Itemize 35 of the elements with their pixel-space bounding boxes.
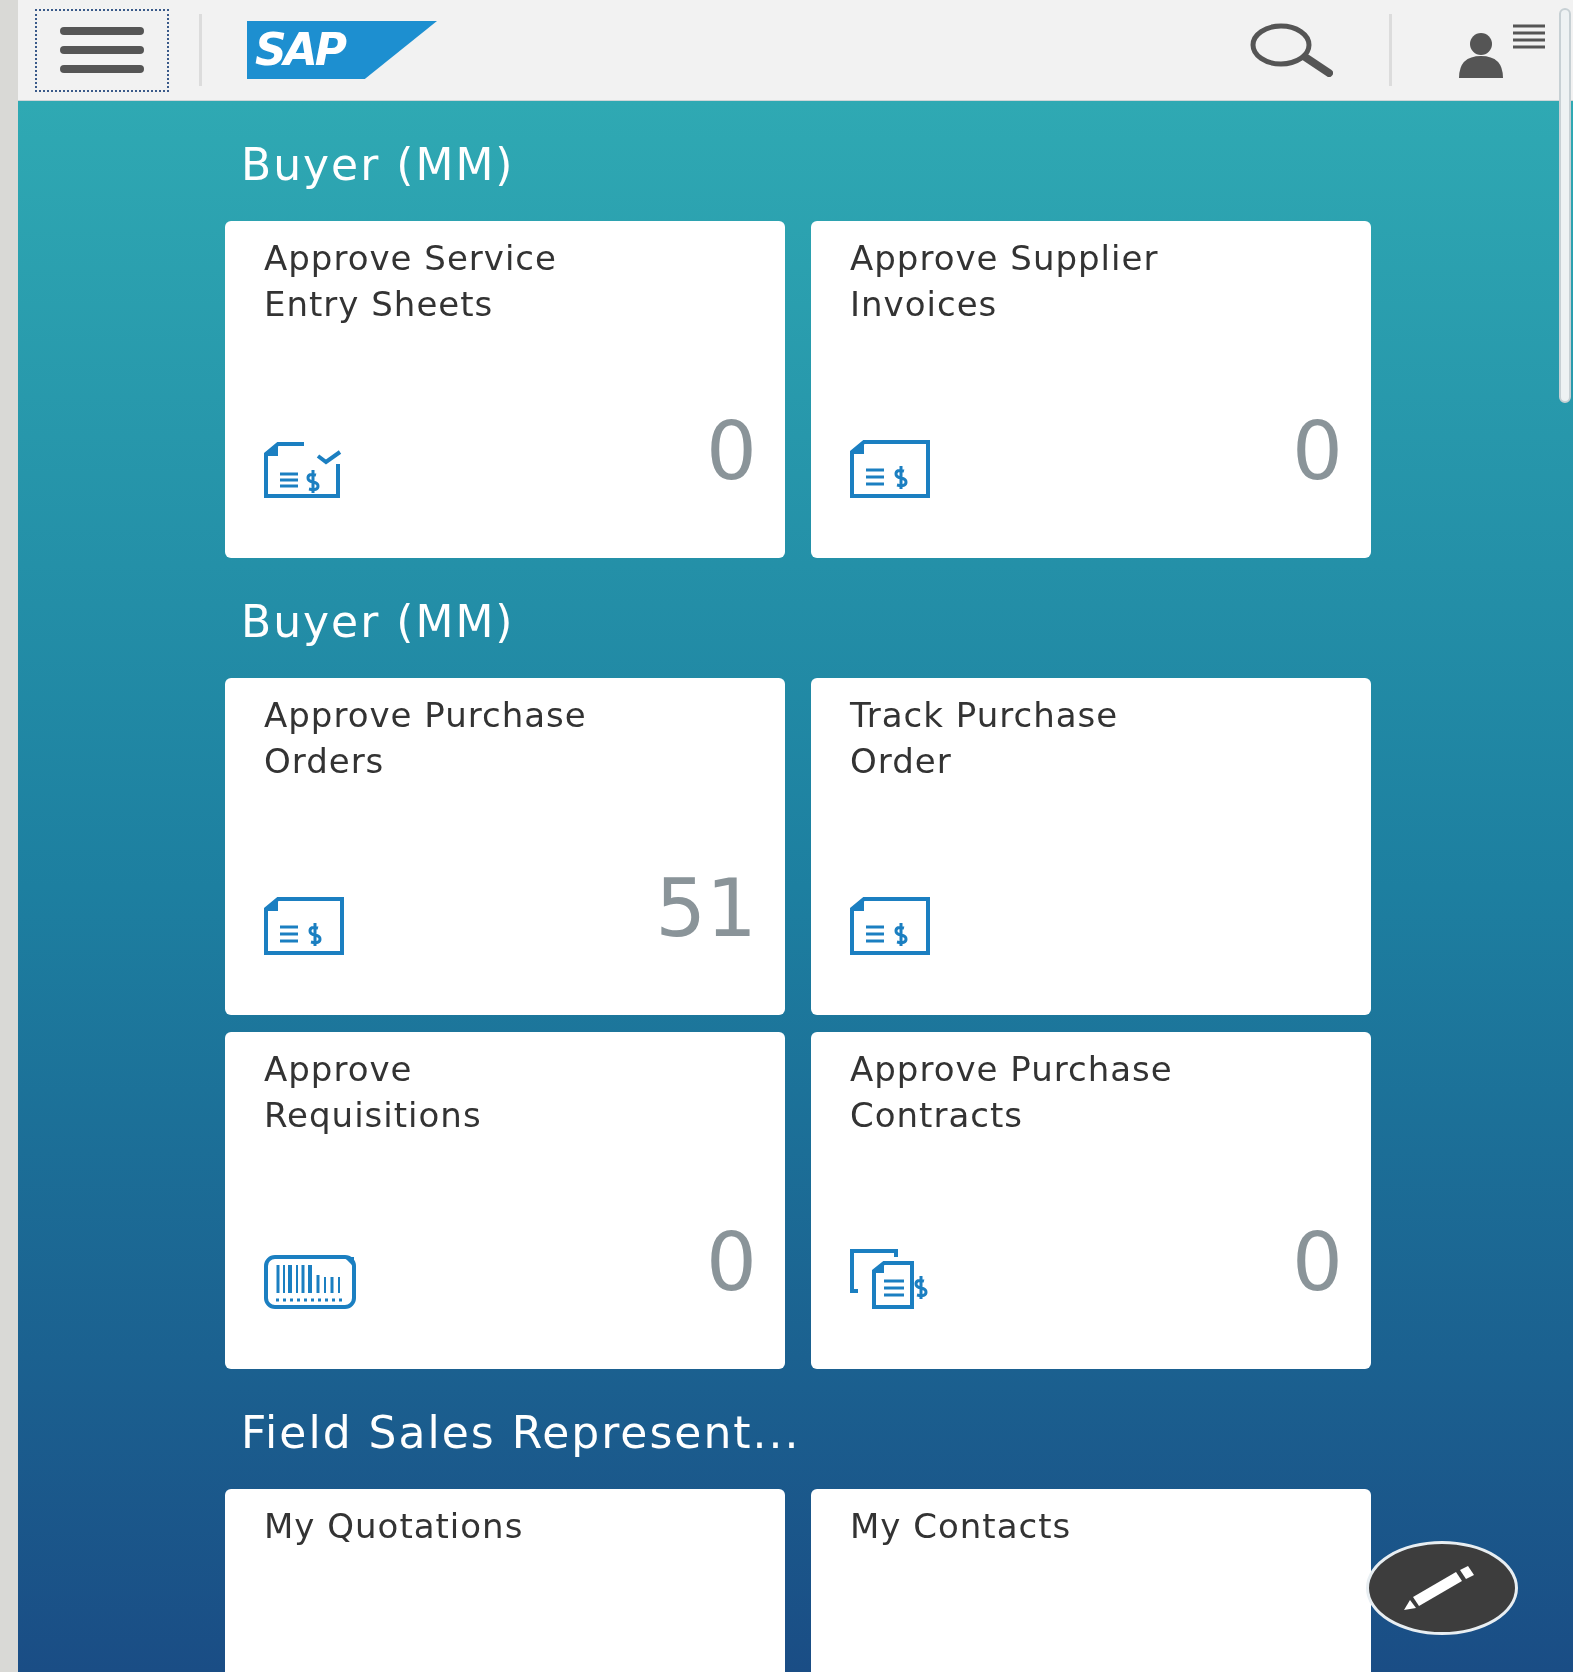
search-icon[interactable]: [1249, 23, 1333, 77]
tile-title: Approve Purchase Contracts: [850, 1048, 1174, 1137]
app-tile[interactable]: Approve Service Entry Sheets 0: [225, 221, 785, 558]
app-tile[interactable]: Approve Requisitions 0: [225, 1032, 785, 1369]
scrollbar[interactable]: [1559, 8, 1571, 403]
app-tile[interactable]: My Quotations: [225, 1489, 785, 1672]
tile-count: 0: [1292, 1223, 1343, 1303]
menu-button[interactable]: [35, 8, 169, 92]
user-menu-icon[interactable]: [1457, 22, 1545, 78]
menu-icon: [60, 27, 144, 73]
app-tile[interactable]: My Contacts: [811, 1489, 1371, 1672]
invoice-icon: [264, 897, 344, 955]
tile-count: 0: [706, 1223, 757, 1303]
tile-title: Approve Purchase Orders: [264, 694, 588, 783]
tile-title: Approve Supplier Invoices: [850, 237, 1160, 326]
barcode-icon: [264, 1255, 356, 1309]
app-tile[interactable]: Approve Supplier Invoices 0: [811, 221, 1371, 558]
tile-title: My Quotations: [264, 1505, 524, 1548]
group-title: Field Sales Represent...: [240, 1406, 801, 1460]
invoice-icon: [850, 440, 930, 498]
invoice-check-icon: [264, 442, 342, 498]
group-title: Buyer (MM): [240, 138, 515, 192]
sap-logo[interactable]: SAP: [247, 21, 437, 79]
app-tile[interactable]: Approve Purchase Contracts 0: [811, 1032, 1371, 1369]
tile-title: My Contacts: [850, 1505, 1072, 1548]
tile-title: Approve Service Entry Sheets: [264, 237, 558, 326]
app-tile[interactable]: Track Purchase Order: [811, 678, 1371, 1015]
app-tile[interactable]: Approve Purchase Orders 51: [225, 678, 785, 1015]
tile-title: Track Purchase Order: [850, 694, 1120, 783]
tile-count: 51: [655, 869, 757, 949]
tile-title: Approve Requisitions: [264, 1048, 483, 1137]
tile-count: 0: [1292, 412, 1343, 492]
tile-count: 0: [706, 412, 757, 492]
invoice-icon: [850, 897, 930, 955]
group-title: Buyer (MM): [240, 595, 515, 649]
